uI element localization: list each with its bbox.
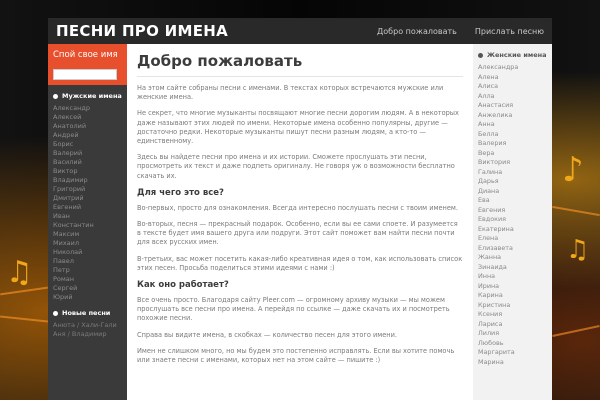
paragraph: На этом сайте собраны песни с именами. В… bbox=[137, 84, 444, 102]
female-name-link[interactable]: Алена bbox=[478, 73, 547, 83]
female-names-list: Александра Алена Алиса Алла Анастасия Анжелик… bbox=[473, 63, 552, 367]
new-song-link[interactable]: Анюта / Хали-Гали bbox=[53, 321, 122, 330]
new-songs-heading: Новые песни bbox=[48, 302, 127, 321]
female-names-title: Женские имена bbox=[487, 51, 547, 59]
sing-your-name-box: Спой свое имя bbox=[48, 44, 127, 85]
female-name-link[interactable]: Елена bbox=[478, 234, 547, 244]
music-note-icon: ♫ bbox=[6, 255, 33, 290]
female-name-link[interactable]: Виктория bbox=[478, 158, 547, 168]
paragraph: Во-вторых, песня — прекрасный подарок. О… bbox=[137, 220, 458, 247]
male-name-link[interactable]: Михаил bbox=[53, 239, 122, 248]
paragraph: Во-первых, просто для ознакомления. Всег… bbox=[137, 203, 458, 212]
section-heading: Для чего это все? bbox=[137, 187, 224, 198]
left-sidebar: Спой свое имя Мужские имена Александр Але… bbox=[48, 44, 127, 400]
female-name-link[interactable]: Ева bbox=[478, 196, 547, 206]
right-sidebar: Женские имена Александра Алена Алиса Алла Ан… bbox=[473, 44, 552, 400]
male-name-link[interactable]: Григорий bbox=[53, 185, 122, 194]
female-name-link[interactable]: Екатерина bbox=[478, 225, 547, 235]
male-name-link[interactable]: Дмитрий bbox=[53, 194, 122, 203]
female-name-link[interactable]: Лариса bbox=[478, 320, 547, 330]
female-name-link[interactable]: Лилия bbox=[478, 329, 547, 339]
female-name-link[interactable]: Валерия bbox=[478, 139, 547, 149]
female-name-link[interactable]: Анастасия bbox=[478, 101, 547, 111]
female-name-link[interactable]: Маргарита bbox=[478, 348, 547, 358]
promo-title: Спой свое имя bbox=[53, 50, 118, 60]
female-name-link[interactable]: Алла bbox=[478, 92, 547, 102]
male-name-link[interactable]: Виктор bbox=[53, 167, 122, 176]
paragraph: Здесь вы найдете песни про имена и их ис… bbox=[137, 153, 455, 180]
male-name-link[interactable]: Евгений bbox=[53, 203, 122, 212]
female-name-link[interactable]: Анна bbox=[478, 120, 547, 130]
section-heading: Как оно работает? bbox=[137, 280, 229, 291]
male-name-link[interactable]: Алексей bbox=[53, 113, 122, 122]
female-name-link[interactable]: Евгения bbox=[478, 206, 547, 216]
male-name-link[interactable]: Сергей bbox=[53, 284, 122, 293]
male-name-link[interactable]: Петр bbox=[53, 266, 122, 275]
page-container: ПЕСНИ ПРО ИМЕНА Добро пожаловать Прислат… bbox=[48, 18, 552, 400]
bullet-icon bbox=[478, 52, 483, 58]
light-streak bbox=[552, 205, 600, 217]
site-header: ПЕСНИ ПРО ИМЕНА Добро пожаловать Прислат… bbox=[48, 18, 552, 44]
new-songs-list: Анюта / Хали-Гали Аня / Владимир bbox=[48, 321, 127, 339]
female-name-link[interactable]: Карина bbox=[478, 291, 547, 301]
male-name-link[interactable]: Александр bbox=[53, 104, 122, 113]
female-name-link[interactable]: Ирина bbox=[478, 282, 547, 292]
female-name-link[interactable]: Белла bbox=[478, 130, 547, 140]
male-name-link[interactable]: Андрей bbox=[53, 131, 122, 140]
female-name-link[interactable]: Александра bbox=[478, 63, 547, 73]
female-name-link[interactable]: Марина bbox=[478, 358, 547, 368]
new-song-link[interactable]: Аня / Владимир bbox=[53, 330, 122, 339]
male-name-link[interactable]: Павел bbox=[53, 257, 122, 266]
female-name-link[interactable]: Евдокия bbox=[478, 215, 547, 225]
paragraph: Имен не слишком много, но мы будем это п… bbox=[137, 346, 455, 365]
female-name-link[interactable]: Анжелика bbox=[478, 111, 547, 121]
female-name-link[interactable]: Вера bbox=[478, 149, 547, 159]
paragraph: Не секрет, что многие музыканты посвящаю… bbox=[137, 109, 459, 146]
female-name-link[interactable]: Инна bbox=[478, 272, 547, 282]
bullet-icon bbox=[53, 93, 58, 99]
female-names-heading: Женские имена bbox=[473, 51, 552, 63]
female-name-link[interactable]: Диана bbox=[478, 187, 547, 197]
male-name-link[interactable]: Владимир bbox=[53, 176, 122, 185]
nav-welcome[interactable]: Добро пожаловать bbox=[377, 27, 457, 36]
female-name-link[interactable]: Галина bbox=[478, 168, 547, 178]
music-note-icon: ♫ bbox=[566, 235, 590, 265]
male-name-link[interactable]: Константин bbox=[53, 221, 122, 230]
female-name-link[interactable]: Любовь bbox=[478, 339, 547, 349]
male-names-heading: Мужские имена bbox=[48, 85, 127, 104]
male-name-link[interactable]: Василий bbox=[53, 158, 122, 167]
light-streak bbox=[552, 325, 600, 337]
male-name-link[interactable]: Анатолий bbox=[53, 122, 122, 131]
light-streak bbox=[0, 315, 48, 323]
name-input[interactable] bbox=[53, 69, 117, 80]
page-title: Добро пожаловать bbox=[137, 52, 463, 77]
male-names-list: Александр Алексей Анатолий Андрей Борис Валер… bbox=[48, 104, 127, 302]
female-name-link[interactable]: Дарья bbox=[478, 177, 547, 187]
male-name-link[interactable]: Николай bbox=[53, 248, 122, 257]
paragraph: Справа вы видите имена, в скобках — коли… bbox=[137, 330, 397, 339]
female-name-link[interactable]: Ксения bbox=[478, 310, 547, 320]
female-name-link[interactable]: Елизавета bbox=[478, 244, 547, 254]
main-nav: Добро пожаловать Прислать песню bbox=[377, 27, 544, 36]
female-name-link[interactable]: Кристина bbox=[478, 301, 547, 311]
male-name-link[interactable]: Иван bbox=[53, 212, 122, 221]
female-name-link[interactable]: Зинаида bbox=[478, 263, 547, 273]
female-name-link[interactable]: Жанна bbox=[478, 253, 547, 263]
nav-submit-song[interactable]: Прислать песню bbox=[475, 27, 544, 36]
bullet-icon bbox=[53, 310, 58, 316]
female-name-link[interactable]: Алиса bbox=[478, 82, 547, 92]
male-name-link[interactable]: Максим bbox=[53, 230, 122, 239]
male-names-title: Мужские имена bbox=[62, 92, 122, 100]
paragraph: В-третьих, вас может посетить какая-либо… bbox=[137, 254, 463, 272]
male-name-link[interactable]: Юрий bbox=[53, 293, 122, 302]
male-name-link[interactable]: Валерий bbox=[53, 149, 122, 158]
music-note-icon: ♪ bbox=[562, 150, 584, 190]
new-songs-title: Новые песни bbox=[62, 309, 111, 317]
male-name-link[interactable]: Борис bbox=[53, 140, 122, 149]
paragraph: Все очень просто. Благодаря сайту Pleer.… bbox=[137, 296, 450, 323]
male-name-link[interactable]: Роман bbox=[53, 275, 122, 284]
main-content: Добро пожаловать На этом сайте собраны п… bbox=[127, 44, 473, 400]
site-title[interactable]: ПЕСНИ ПРО ИМЕНА bbox=[56, 22, 228, 40]
